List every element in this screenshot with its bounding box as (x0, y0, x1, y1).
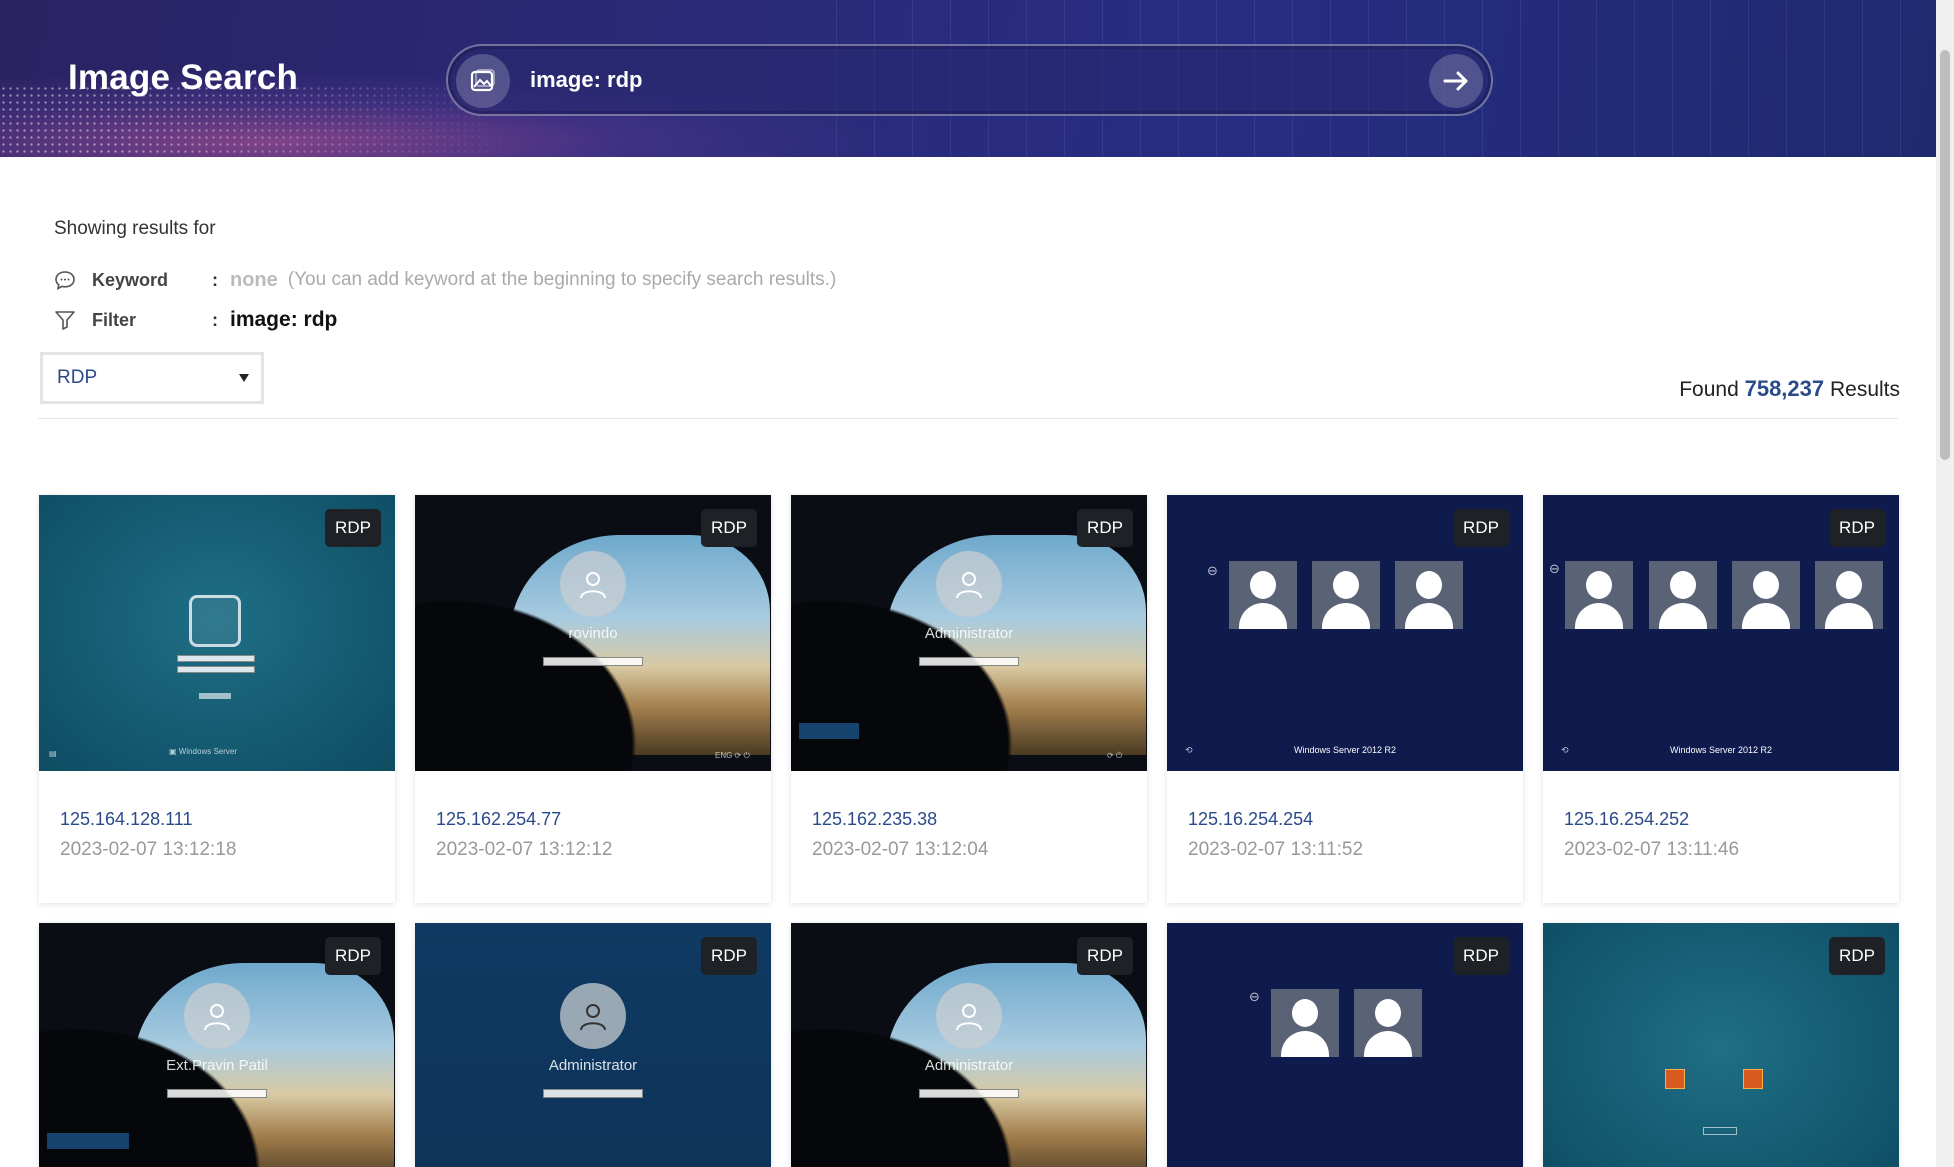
app-icon (1665, 1069, 1685, 1089)
user-frame (189, 595, 241, 647)
image-search-button[interactable] (456, 54, 510, 108)
timestamp: 2023-02-07 13:12:12 (436, 839, 613, 860)
search-submit-button[interactable] (1429, 54, 1483, 108)
login-username: Administrator (924, 1057, 1014, 1074)
rdp-badge: RDP (325, 509, 381, 547)
result-card[interactable]: ⊖ Windows Server 2012 R2 ⟲ RDP 125.16.25… (1167, 495, 1523, 903)
rdp-badge: RDP (1453, 509, 1509, 547)
keyword-colon: : (212, 269, 218, 290)
image-icon (470, 69, 495, 92)
rdp-badge: RDP (1077, 509, 1133, 547)
login-username: Administrator (924, 625, 1014, 642)
login-username: rovindo (568, 625, 618, 642)
result-card[interactable]: Ext.Pravin Patil RDP (39, 923, 395, 1167)
rdp-badge: RDP (701, 509, 757, 547)
page-scrollbar[interactable] (1936, 0, 1954, 1167)
scrollbar-thumb[interactable] (1940, 50, 1950, 460)
search-bar (446, 44, 1493, 116)
result-card[interactable]: rovindo ENG ⟳ ⏻ RDP 125.162.254.77 2023-… (415, 495, 771, 903)
results-count-number: 758,237 (1744, 376, 1825, 401)
timestamp: 2023-02-07 13:11:46 (1564, 839, 1740, 860)
rdp-screenshot[interactable]: ▣ Windows Server ▤ RDP (39, 495, 395, 771)
divider (38, 418, 1898, 419)
timestamp: 2023-02-07 13:12:04 (812, 839, 989, 860)
timestamp: 2023-02-07 13:11:52 (1188, 839, 1364, 860)
filter-icon (54, 308, 78, 332)
result-card[interactable]: ⊖ RDP (1167, 923, 1523, 1167)
search-input[interactable] (530, 60, 1350, 100)
chat-bubble-icon (54, 268, 78, 292)
os-label: Windows Server 2012 R2 (1669, 745, 1773, 755)
ip-link[interactable]: 125.16.254.254 (1188, 809, 1502, 830)
ip-link[interactable]: 125.16.254.252 (1564, 809, 1878, 830)
category-select-value: RDP (57, 367, 98, 388)
header-banner: Image Search (0, 0, 1936, 157)
user-avatar (560, 983, 626, 1049)
filter-colon: : (212, 309, 218, 330)
result-card[interactable]: RDP (1543, 923, 1899, 1167)
ip-link[interactable]: 125.162.254.77 (436, 809, 750, 830)
rdp-badge: RDP (325, 937, 381, 975)
result-card[interactable]: Administrator ⟳ ⏻ RDP 125.162.235.38 202… (791, 495, 1147, 903)
user-avatar (936, 983, 1002, 1049)
filter-row: Filter : image: rdp (54, 305, 337, 335)
app-icon (1743, 1069, 1763, 1089)
rdp-screenshot[interactable]: Ext.Pravin Patil RDP (39, 923, 395, 1167)
user-avatar (936, 551, 1002, 617)
rdp-screenshot[interactable]: ⊖ Windows Server 2012 R2 ⟲ RDP (1543, 495, 1899, 771)
rdp-screenshot[interactable]: rovindo ENG ⟳ ⏻ RDP (415, 495, 771, 771)
result-card[interactable]: ▣ Windows Server ▤ RDP 125.164.128.111 2… (39, 495, 395, 903)
rdp-screenshot[interactable]: Administrator RDP (791, 923, 1147, 1167)
rdp-screenshot[interactable]: Administrator RDP (415, 923, 771, 1167)
category-select[interactable]: RDP (40, 352, 264, 404)
keyword-row: Keyword : none (You can add keyword at t… (54, 265, 836, 295)
login-username: Ext.Pravin Patil (166, 1057, 268, 1074)
keyword-label: Keyword (92, 269, 169, 290)
keyword-value: none (230, 268, 278, 291)
ip-link[interactable]: 125.164.128.111 (60, 809, 374, 830)
rdp-badge: RDP (1077, 937, 1133, 975)
ip-link[interactable]: 125.162.235.38 (812, 809, 1126, 830)
user-avatar (184, 983, 250, 1049)
rdp-screenshot[interactable]: Administrator ⟳ ⏻ RDP (791, 495, 1147, 771)
results-count: Found 758,237 Results (1679, 376, 1900, 401)
filter-label: Filter (92, 309, 137, 330)
showing-results-label: Showing results for (54, 218, 216, 239)
page-title: Image Search (68, 58, 299, 97)
timestamp: 2023-02-07 13:12:18 (60, 839, 237, 860)
arrow-right-icon (1443, 71, 1468, 91)
result-card[interactable]: Administrator RDP (415, 923, 771, 1167)
rdp-screenshot[interactable]: ⊖ Windows Server 2012 R2 ⟲ RDP (1167, 495, 1523, 771)
rdp-badge: RDP (1829, 509, 1885, 547)
rdp-screenshot[interactable]: RDP (1543, 923, 1899, 1167)
result-card[interactable]: Administrator RDP (791, 923, 1147, 1167)
filter-value: image: rdp (230, 308, 338, 331)
result-card[interactable]: ⊖ Windows Server 2012 R2 ⟲ RDP 125.16.25… (1543, 495, 1899, 903)
login-username: Administrator (548, 1057, 638, 1074)
rdp-badge: RDP (1829, 937, 1885, 975)
rdp-screenshot[interactable]: ⊖ RDP (1167, 923, 1523, 1167)
keyword-hint: (You can add keyword at the beginning to… (287, 269, 837, 290)
user-avatar (560, 551, 626, 617)
os-label: Windows Server 2012 R2 (1293, 745, 1397, 755)
rdp-badge: RDP (1453, 937, 1509, 975)
caret-down-icon (239, 374, 249, 382)
rdp-badge: RDP (701, 937, 757, 975)
